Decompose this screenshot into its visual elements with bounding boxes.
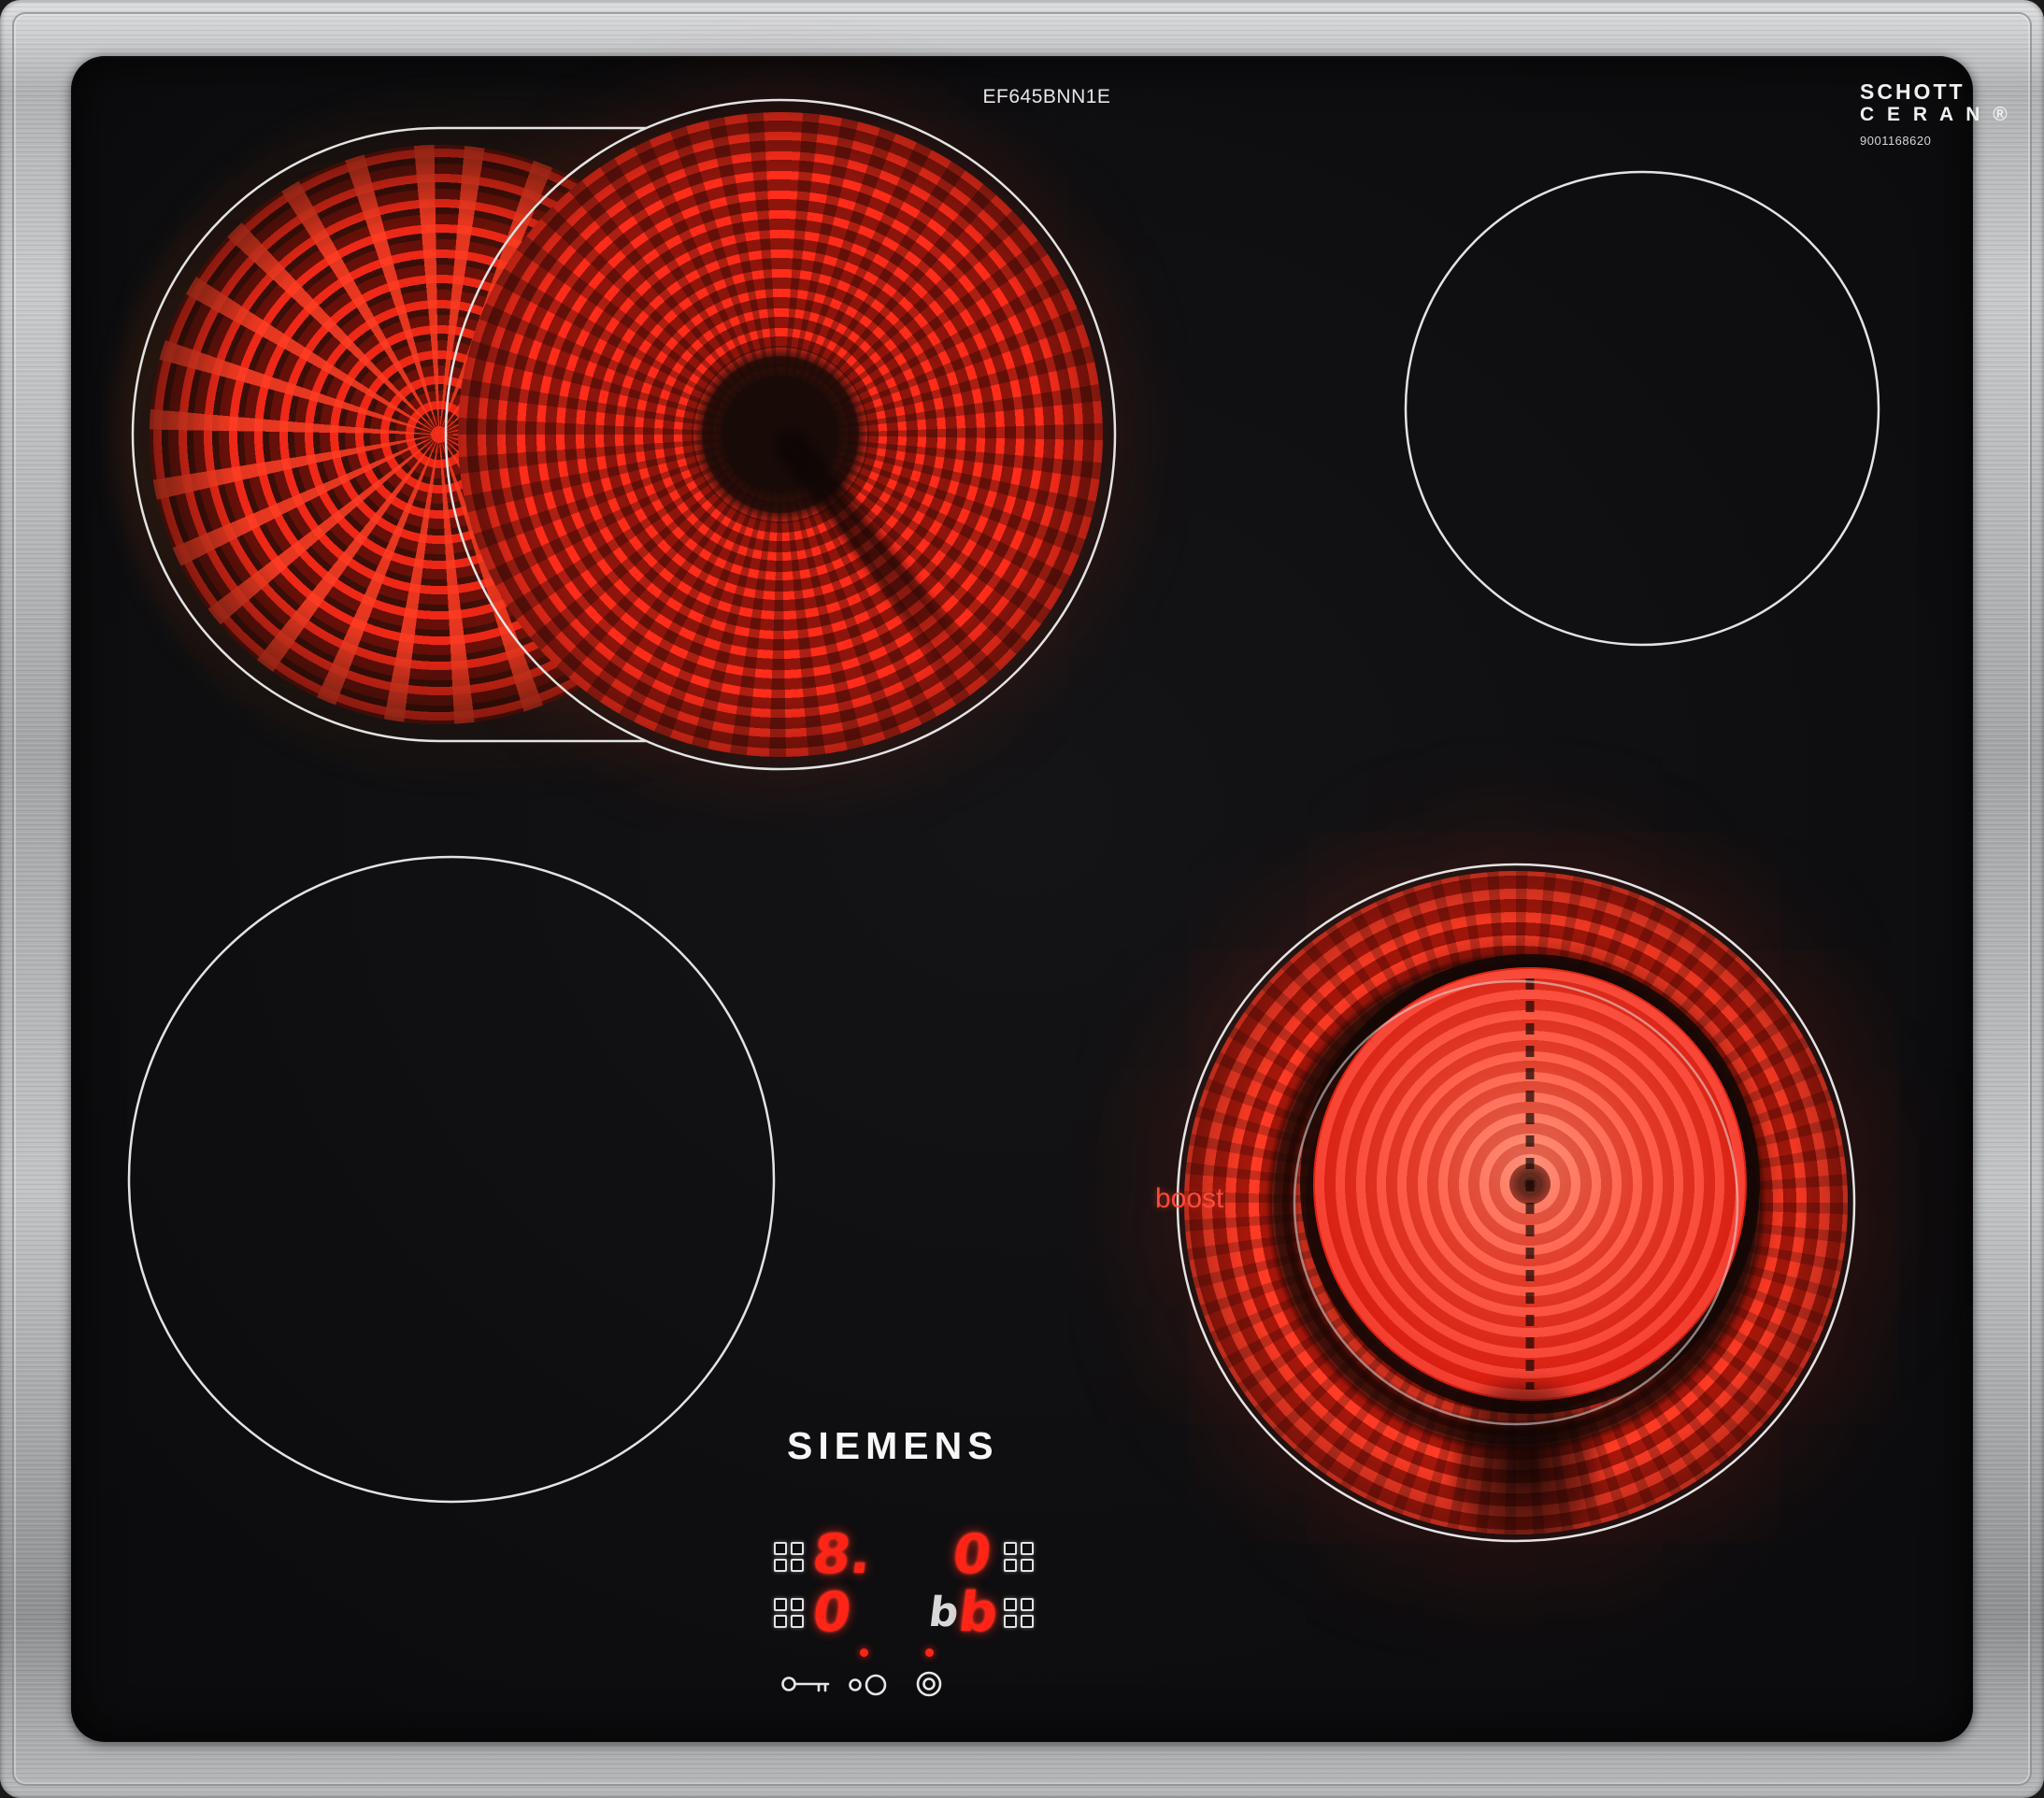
glass-brand-line2: C E R A N ® — [1860, 104, 2011, 125]
boost-touch-label[interactable]: boost — [1155, 1183, 1223, 1215]
glass-brand-mark: SCHOTT C E R A N ® 9001168620 — [1860, 80, 2011, 149]
zone-select-rear-left-icon[interactable] — [774, 1542, 804, 1572]
touch-control-panel: 8. 0 0 b b — [759, 1506, 1067, 1717]
rear-left-coil-glow — [458, 112, 1103, 757]
display-rear-left: 8. — [809, 1527, 875, 1581]
zone-select-front-left-icon[interactable] — [774, 1598, 804, 1628]
key-lock-icon[interactable] — [779, 1671, 834, 1697]
display-front-left: 0 — [809, 1585, 853, 1639]
ceramic-hob: EF645BNN1E SCHOTT C E R A N ® 9001168620… — [0, 0, 2044, 1798]
glass-brand-line1: SCHOTT — [1860, 80, 2011, 104]
coil-shadow-streak — [770, 425, 985, 688]
zone-select-rear-right-icon[interactable] — [1004, 1542, 1034, 1572]
glass-code: 9001168620 — [1860, 135, 2011, 148]
display-front-right-prefix: b — [926, 1592, 961, 1634]
front-right-inner-glow — [1313, 967, 1747, 1401]
triple-zone-icon[interactable] — [914, 1669, 944, 1699]
display-front-right: b — [955, 1585, 1001, 1639]
front-right-coil-glow — [1184, 871, 1848, 1534]
dual-zone-icon[interactable] — [847, 1673, 890, 1697]
brand-logo: SIEMENS — [787, 1424, 999, 1468]
model-number: EF645BNN1E — [963, 86, 1131, 108]
front-right-heat-tail — [1451, 1380, 1600, 1534]
display-rear-right: 0 — [950, 1527, 993, 1581]
red-indicator-dot-left — [860, 1648, 868, 1657]
red-indicator-dot-right — [925, 1648, 934, 1657]
zone-select-front-right-icon[interactable] — [1004, 1598, 1034, 1628]
